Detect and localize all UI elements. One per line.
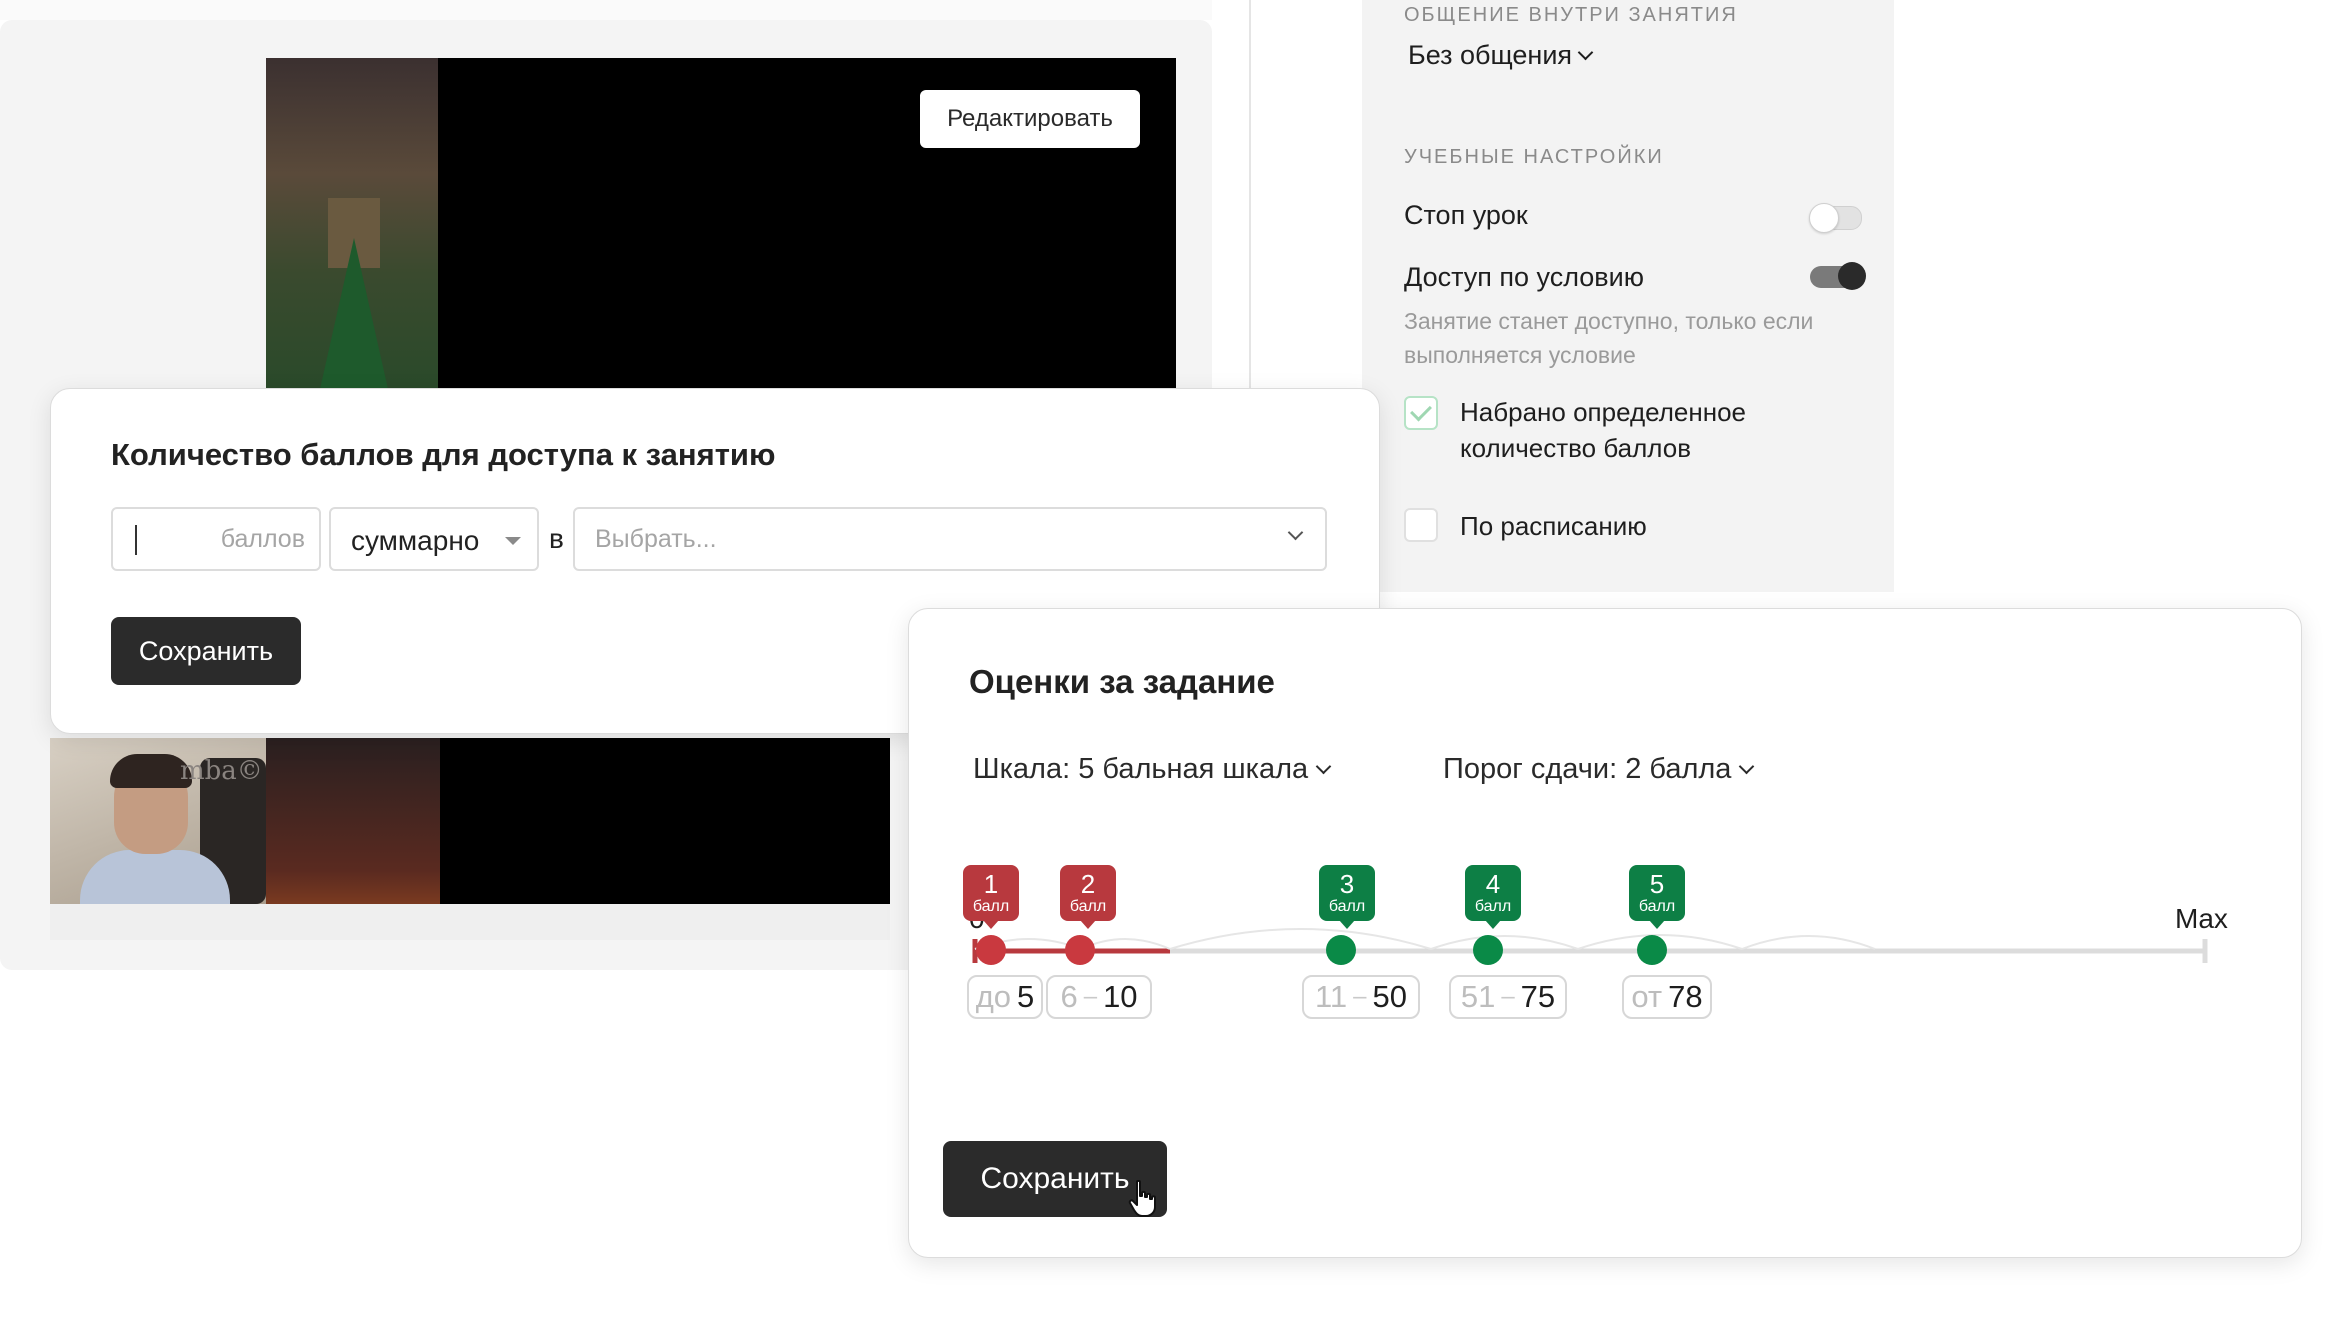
range-dash: – (1501, 983, 1515, 1010)
text-caret (135, 525, 137, 555)
points-condition-line1: Набрано определенное (1460, 397, 1747, 427)
grades-card: Оценки за задание Шкала: 5 бальная шкала… (908, 608, 2302, 1258)
points-condition-label: Набрано определенное количество баллов (1460, 394, 1746, 466)
arc-3 (1430, 935, 1579, 950)
conditional-access-toggle[interactable] (1810, 262, 1866, 290)
hand-pointer-icon (1128, 1180, 1156, 1217)
grade-5-range-to: 78 (1668, 979, 1703, 1014)
chevron-down-icon (1577, 44, 1594, 61)
grade-4-pin[interactable]: 4 балл (1465, 865, 1521, 929)
target-placeholder: Выбрать... (595, 525, 717, 553)
grade-2-range-from: 6 (1060, 979, 1078, 1014)
points-save-button[interactable]: Сохранить (111, 617, 301, 685)
grade-2-range[interactable]: 6 – 10 (1046, 975, 1152, 1019)
grade-3-handle[interactable] (1326, 935, 1356, 965)
grade-1-pin[interactable]: 1 балл (963, 865, 1019, 929)
conditional-hint: Занятие станет доступно, только если вып… (1404, 308, 1814, 368)
settings-sidebar: ОБЩЕНИЕ ВНУТРИ ЗАНЯТИЯ Без общения УЧЕБН… (1362, 0, 1894, 592)
target-select[interactable]: Выбрать... (573, 507, 1327, 571)
range-dash: – (1083, 983, 1098, 1010)
kremlin-image (266, 58, 438, 390)
stop-lesson-toggle[interactable] (1809, 203, 1862, 233)
caret-down-icon (505, 537, 521, 545)
points-card-title: Количество баллов для доступа к занятию (111, 437, 776, 472)
video-footer (50, 904, 890, 940)
grade-3-number: 3 (1339, 869, 1355, 899)
schedule-condition-checkbox[interactable] (1404, 508, 1438, 542)
chevron-down-icon (1287, 524, 1304, 541)
lesson-video-bottom[interactable]: mba© (50, 738, 890, 904)
grade-1-range[interactable]: до 5 (967, 975, 1043, 1019)
grade-5-number: 5 (1649, 869, 1665, 899)
schedule-condition-label: По расписанию (1460, 511, 1647, 541)
grade-1-range-from: до (975, 979, 1012, 1014)
points-input-placeholder: баллов (220, 525, 305, 553)
grade-5-range-from: от (1631, 979, 1663, 1014)
grade-3-range-to: 50 (1372, 979, 1408, 1014)
shirt (80, 850, 230, 904)
grade-2-unit: балл (1069, 898, 1107, 915)
aggregate-value: суммарно (351, 525, 480, 556)
grade-1-number: 1 (983, 869, 999, 899)
communication-dropdown[interactable]: Без общения (1408, 40, 1594, 71)
aggregate-select[interactable]: суммарно (329, 507, 539, 571)
grade-2-number: 2 (1080, 869, 1096, 899)
grade-3-range[interactable]: 11 – 50 (1302, 975, 1420, 1019)
grade-5-range[interactable]: от 78 (1622, 975, 1712, 1019)
range-dash: – (1353, 983, 1367, 1010)
grade-scale-track (972, 928, 2208, 963)
grade-2-pin[interactable]: 2 балл (1060, 865, 1116, 929)
stop-lesson-label: Стоп урок (1404, 200, 1528, 230)
grade-3-unit: балл (1328, 898, 1366, 915)
grade-4-range-to: 75 (1520, 979, 1556, 1014)
communication-value: Без общения (1408, 40, 1573, 70)
edit-button[interactable]: Редактировать (920, 90, 1140, 148)
grade-4-handle[interactable] (1473, 935, 1503, 965)
toggle-knob (1809, 203, 1839, 233)
grade-3-pin[interactable]: 3 балл (1319, 865, 1375, 929)
grade-4-number: 4 (1485, 869, 1501, 899)
night-image (266, 738, 440, 904)
grade-2-range-to: 10 (1103, 979, 1138, 1014)
grade-4-unit: балл (1474, 898, 1512, 915)
grade-3-range-from: 11 (1314, 979, 1348, 1014)
watermark: mba© (180, 756, 263, 786)
toggle-knob (1838, 262, 1866, 290)
points-input[interactable]: баллов (111, 507, 321, 571)
grade-4-range-from: 51 (1460, 979, 1496, 1014)
learning-section-label: УЧЕБНЫЕ НАСТРОЙКИ (1404, 146, 1664, 168)
grade-2-handle[interactable] (1065, 935, 1095, 965)
grade-5-handle[interactable] (1637, 935, 1667, 965)
speaker-thumbnail: mba© (50, 738, 266, 904)
preposition-label: в (549, 523, 564, 554)
communication-section-label: ОБЩЕНИЕ ВНУТРИ ЗАНЯТИЯ (1404, 4, 1738, 26)
arc-2 (1169, 928, 1432, 950)
grade-1-handle[interactable] (976, 935, 1006, 965)
points-condition-checkbox[interactable] (1404, 396, 1438, 430)
top-strip (0, 0, 1212, 20)
grade-1-range-to: 5 (1017, 979, 1035, 1014)
tower-spire (318, 238, 390, 390)
grade-5-pin[interactable]: 5 балл (1629, 865, 1685, 929)
grade-5-unit: балл (1638, 898, 1676, 915)
arc-5 (1741, 935, 1876, 950)
points-condition-line2: количество баллов (1460, 433, 1692, 463)
conditional-access-label: Доступ по условию (1404, 262, 1644, 292)
grade-4-range[interactable]: 51 – 75 (1449, 975, 1567, 1019)
grade-1-unit: балл (972, 898, 1010, 915)
